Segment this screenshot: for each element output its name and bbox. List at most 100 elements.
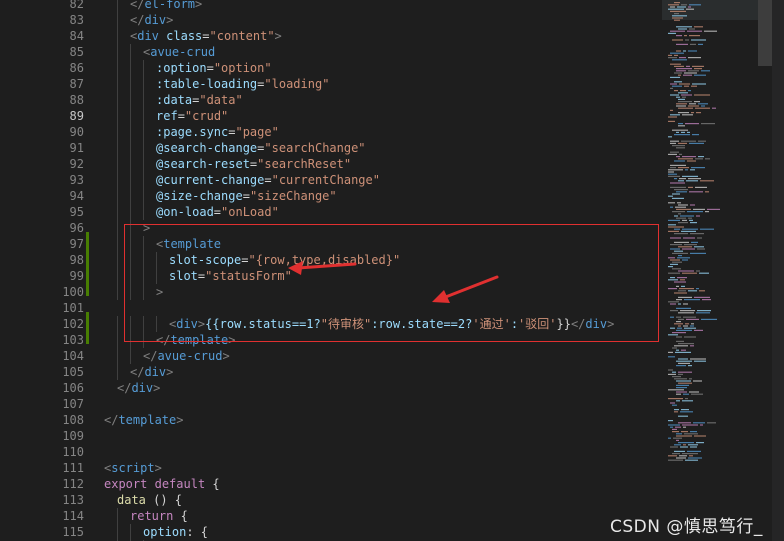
minimap-stroke (672, 252, 688, 254)
minimap-stroke (678, 318, 684, 320)
minimap-stroke (712, 107, 716, 109)
minimap-stroke (676, 285, 679, 287)
minimap-stroke (683, 50, 686, 52)
minimap-stroke (674, 378, 687, 380)
minimap-stroke (678, 28, 687, 30)
minimap-stroke (696, 112, 701, 114)
minimap-stroke (678, 204, 688, 206)
minimap-stroke (678, 255, 682, 257)
minimap-stroke (672, 453, 680, 455)
minimap-stroke (691, 85, 697, 87)
minimap-stroke (697, 237, 702, 239)
minimap-stroke (668, 136, 672, 138)
minimap-stroke (668, 279, 678, 281)
minimap-stroke (670, 151, 679, 153)
minimap-stroke (674, 19, 680, 21)
minimap-stroke (676, 103, 687, 105)
minimap-stroke (690, 358, 706, 360)
minimap-stroke (707, 208, 720, 210)
minimap-stroke (676, 435, 692, 437)
minimap-stroke (679, 83, 690, 85)
minimap-stroke (676, 307, 691, 309)
minimap-stroke (668, 351, 673, 353)
minimap-stroke (676, 50, 681, 52)
minimap-stroke (701, 123, 715, 125)
minimap-stroke (674, 189, 688, 191)
minimap-stroke (679, 288, 694, 290)
minimap-stroke (682, 424, 698, 426)
minimap-stroke (675, 351, 691, 353)
minimap-stroke (676, 387, 687, 389)
minimap-stroke (678, 442, 694, 444)
minimap-stroke (682, 453, 698, 455)
minimap-stroke (682, 272, 697, 274)
minimap-stroke (689, 219, 693, 221)
minimap-stroke (675, 206, 686, 208)
minimap-stroke (694, 246, 704, 248)
minimap-stroke (668, 424, 680, 426)
minimap-stroke (678, 303, 681, 305)
minimap-stroke (670, 6, 675, 8)
minimap[interactable] (662, 0, 758, 541)
minimap-stroke (668, 373, 676, 375)
minimap-stroke (684, 433, 698, 435)
minimap-stroke (670, 182, 685, 184)
minimap-stroke (676, 329, 692, 331)
minimap-stroke (674, 292, 687, 294)
scrollbar-thumb[interactable] (758, 0, 772, 66)
minimap-stroke (672, 197, 684, 199)
minimap-stroke (668, 437, 671, 439)
minimap-stroke (668, 266, 673, 268)
minimap-stroke (677, 277, 687, 279)
minimap-stroke (682, 175, 698, 177)
minimap-stroke (691, 241, 698, 243)
code-editor[interactable]: 82 83 84 85 86 87 88 89 90 91 92 93 94 95 96 97 98 99 100 1… (0, 0, 784, 541)
minimap-stroke (670, 142, 676, 144)
minimap-stroke (695, 158, 703, 160)
minimap-stroke (683, 303, 688, 305)
minimap-stroke (670, 426, 673, 428)
minimap-stroke (676, 43, 688, 45)
minimap-stroke (679, 57, 686, 59)
minimap-stroke (672, 371, 676, 373)
overview-ruler (772, 0, 784, 541)
minimap-stroke (672, 404, 677, 406)
minimap-stroke (688, 217, 692, 219)
minimap-stroke (670, 30, 685, 32)
minimap-stroke (682, 219, 687, 221)
minimap-stroke (682, 156, 696, 158)
minimap-stroke (686, 65, 690, 67)
minimap-stroke (676, 349, 679, 351)
minimap-stroke (670, 164, 686, 166)
minimap-stroke (687, 30, 702, 32)
minimap-stroke (668, 173, 677, 175)
minimap-stroke (696, 442, 704, 444)
minimap-stroke (680, 215, 694, 217)
minimap-stroke (676, 321, 681, 323)
minimap-stroke (674, 228, 680, 230)
minimap-stroke (683, 325, 688, 327)
minimap-stroke (707, 422, 716, 424)
minimap-stroke (697, 248, 705, 250)
minimap-stroke (676, 384, 689, 386)
minimap-stroke (678, 180, 684, 182)
minimap-stroke (681, 285, 685, 287)
minimap-stroke (668, 169, 683, 171)
minimap-stroke (674, 215, 678, 217)
minimap-stroke (674, 134, 690, 136)
minimap-stroke (690, 204, 695, 206)
minimap-stroke (668, 195, 673, 197)
minimap-stroke (668, 334, 678, 336)
vertical-scrollbar[interactable] (758, 0, 772, 541)
minimap-stroke (682, 114, 693, 116)
minimap-stroke (668, 8, 684, 10)
minimap-stroke (668, 356, 675, 358)
minimap-stroke (676, 380, 691, 382)
minimap-stroke (676, 35, 682, 37)
minimap-stroke (678, 167, 689, 169)
minimap-stroke (670, 237, 681, 239)
minimap-stroke (668, 54, 672, 56)
minimap-stroke (674, 81, 682, 83)
minimap-stroke (700, 228, 714, 230)
minimap-stroke (688, 105, 699, 107)
